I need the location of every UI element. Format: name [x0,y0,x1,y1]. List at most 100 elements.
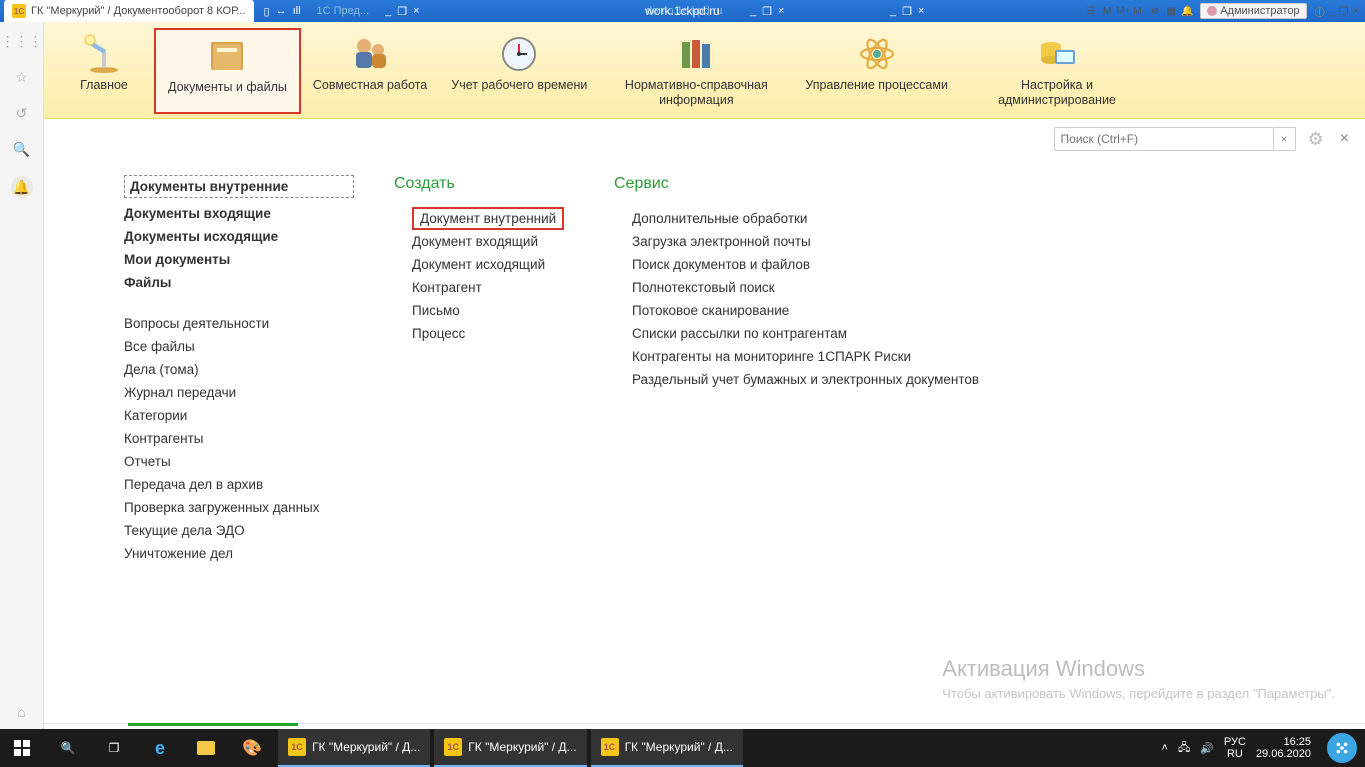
ie-icon[interactable]: e [138,729,182,767]
ribbon-documents[interactable]: Документы и файлы [154,28,301,114]
info-icon[interactable]: ⓘ [1313,4,1327,18]
bottom-border [44,723,1365,729]
create-link-highlighted[interactable]: Документ внутренний [412,207,564,230]
browser-tab-active[interactable]: 1C ГК "Меркурий" / Документооборот 8 КОР… [4,0,254,22]
service-link[interactable]: Дополнительные обработки [632,207,1034,230]
assist-orb-icon[interactable] [1327,733,1357,763]
taskbar-item[interactable]: 1C ГК "Меркурий" / Д... [278,729,430,767]
create-link[interactable]: Документ исходящий [412,253,574,276]
signal-icon: ↔ [276,5,287,17]
ribbon-label: Главное [80,78,128,93]
window-controls[interactable]: _ ❐ × [1329,5,1359,18]
ribbon-label: Совместная работа [313,78,427,93]
taskbar-item[interactable]: 1C ГК "Меркурий" / Д... [591,729,743,767]
books-icon [672,34,720,74]
service-link[interactable]: Списки рассылки по контрагентам [632,322,1034,345]
signal-icon: ▯ [264,5,270,18]
paint-icon[interactable]: 🎨 [230,729,274,767]
create-link[interactable]: Документ входящий [412,230,574,253]
search-taskbar-icon[interactable]: 🔍 [46,729,90,767]
create-link[interactable]: Процесс [412,322,574,345]
tab-extra-controls-1: ▯ ↔ ıll [254,5,311,18]
people-icon [346,34,394,74]
notifications-icon[interactable]: 🔔 [11,176,33,198]
taskview-icon[interactable]: ❐ [92,729,136,767]
app-1c-icon: 1C [444,738,462,756]
tray-language[interactable]: РУС RU [1224,736,1246,760]
create-link[interactable]: Письмо [412,299,574,322]
ribbon-label: Настройка и администрирование [972,78,1142,108]
nav-column: Документы внутренние Документы входящие … [124,175,354,723]
service-link[interactable]: Полнотекстовый поиск [632,276,1034,299]
list-icon[interactable]: ☰ [1084,4,1098,18]
ghost-win-controls-3[interactable]: _❐× [880,5,934,18]
taskbar-item[interactable]: 1C ГК "Меркурий" / Д... [434,729,586,767]
browser-tab-title: ГК "Меркурий" / Документооборот 8 КОР... [31,5,246,17]
service-link[interactable]: Потоковое сканирование [632,299,1034,322]
nav-link[interactable]: Все файлы [124,335,354,358]
history-icon[interactable]: ↺ [13,104,31,122]
home-icon[interactable]: ⌂ [13,703,31,721]
nav-link[interactable]: Проверка загруженных данных [124,496,354,519]
ribbon-time[interactable]: Учет рабочего времени [439,28,599,114]
watermark-sub: Чтобы активировать Windows, перейдите в … [942,685,1335,703]
ribbon-processes[interactable]: Управление процессами [793,28,960,114]
app-1c-icon: 1C [601,738,619,756]
search-icon[interactable]: 🔍 [13,140,31,158]
ghost-win-controls-1[interactable]: _❐× [375,5,429,18]
nav-link[interactable]: Мои документы [124,248,354,271]
nav-link[interactable]: Документы входящие [124,202,354,225]
gear-icon[interactable]: ⚙ [1308,129,1324,150]
minimize-icon[interactable]: _ [1329,5,1335,18]
create-column: Создать Документ внутренний Документ вхо… [394,175,574,723]
plus-icon[interactable]: ⊕ [1148,4,1162,18]
nav-link[interactable]: Текущие дела ЭДО [124,519,354,542]
nav-link[interactable]: Уничтожение дел [124,542,354,565]
clock-icon [495,34,543,74]
service-link[interactable]: Раздельный учет бумажных и электронных д… [632,368,1034,391]
ghost-tab[interactable]: 1C Пред... [311,5,376,17]
explorer-icon[interactable] [184,729,228,767]
tray-network-icon[interactable]: 🖧 [1178,739,1190,758]
nav-link[interactable]: Категории [124,404,354,427]
ghost-win-controls-2[interactable]: _❐× [740,5,794,18]
service-link[interactable]: Контрагенты на мониторинге 1СПАРК Риски [632,345,1034,368]
nav-link[interactable]: Отчеты [124,450,354,473]
star-icon[interactable]: ☆ [13,68,31,86]
nav-link[interactable]: Вопросы деятельности [124,312,354,335]
tray-clock[interactable]: 16:25 29.06.2020 [1256,736,1311,760]
nav-link[interactable]: Журнал передачи [124,381,354,404]
tray-volume-icon[interactable]: 🔊 [1200,742,1214,755]
ribbon-main[interactable]: Главное [54,28,154,114]
tray-chevron-icon[interactable]: ˄ [1162,742,1168,754]
close-panel-icon[interactable]: × [1340,130,1349,148]
ribbon-settings[interactable]: Настройка и администрирование [960,28,1154,114]
search-input[interactable] [1054,127,1274,151]
nav-link[interactable]: Документы исходящие [124,225,354,248]
mem-plus-icon[interactable]: M+ [1116,4,1130,18]
nav-link[interactable]: Дела (тома) [124,358,354,381]
close-icon[interactable]: × [1353,5,1359,18]
grid-icon[interactable]: ▦ [1164,4,1178,18]
apps-grid-icon[interactable]: ⋮⋮⋮ [13,32,31,50]
start-button[interactable] [0,729,44,767]
clear-search-button[interactable]: × [1274,127,1296,151]
taskbar-right: ˄ 🖧 🔊 РУС RU 16:25 29.06.2020 [1162,733,1365,763]
maximize-icon[interactable]: ❐ [1339,5,1349,18]
bell-icon[interactable]: 🔔 [1180,4,1194,18]
user-admin-pill[interactable]: Администратор [1200,3,1306,19]
create-link[interactable]: Контрагент [412,276,574,299]
user-icon [1207,6,1217,16]
ribbon-label: Учет рабочего времени [451,78,587,93]
ghost-tab-2[interactable]: demo.1c-kpd.ru [640,5,728,17]
nav-link-current[interactable]: Документы внутренние [124,175,354,198]
service-link[interactable]: Загрузка электронной почты [632,230,1034,253]
mem-minus-icon[interactable]: M- [1132,4,1146,18]
ribbon-collab[interactable]: Совместная работа [301,28,439,114]
nav-link[interactable]: Передача дел в архив [124,473,354,496]
ribbon-reference[interactable]: Нормативно-справочная информация [599,28,793,114]
nav-link[interactable]: Файлы [124,271,354,294]
nav-link[interactable]: Контрагенты [124,427,354,450]
service-link[interactable]: Поиск документов и файлов [632,253,1034,276]
mem-icon[interactable]: M [1100,4,1114,18]
